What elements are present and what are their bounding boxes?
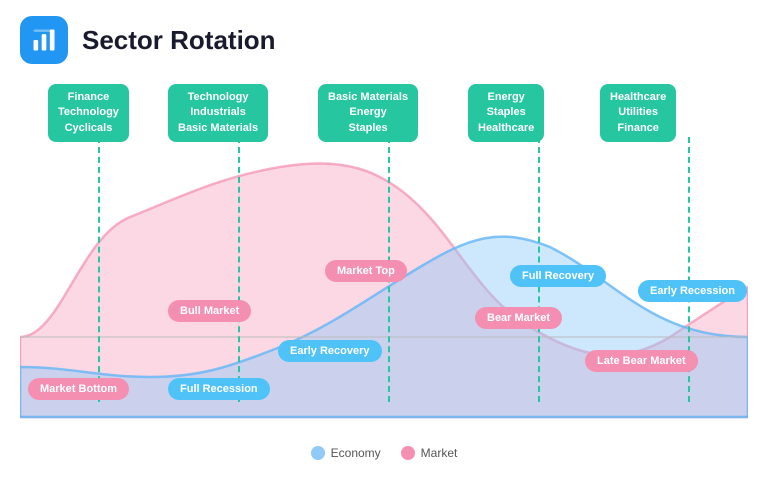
early-recession-label: Early Recession [638, 280, 747, 302]
dashed-line-2 [238, 137, 240, 402]
early-recovery-label: Early Recovery [278, 340, 382, 362]
sector-label-5: Healthcare Utilities Finance [600, 84, 676, 142]
market-bottom-label: Market Bottom [28, 378, 129, 400]
full-recovery-label: Full Recovery [510, 265, 606, 287]
late-bear-market-label: Late Bear Market [585, 350, 698, 372]
sector-label-3: Basic Materials Energy Staples [318, 84, 418, 142]
full-recession-label: Full Recession [168, 378, 270, 400]
header: Sector Rotation [20, 16, 748, 64]
dashed-line-1 [98, 137, 100, 402]
bull-market-label: Bull Market [168, 300, 251, 322]
sector-label-4: Energy Staples Healthcare [468, 84, 544, 142]
market-top-label: Market Top [325, 260, 407, 282]
main-container: Sector Rotation Finance Technology Cycli… [0, 0, 768, 503]
sector-label-1: Finance Technology Cyclicals [48, 84, 129, 142]
page-title: Sector Rotation [82, 25, 276, 56]
bar-chart-icon [30, 26, 58, 54]
sector-label-2: Technology Industrials Basic Materials [168, 84, 268, 142]
logo-icon [20, 16, 68, 64]
chart-area: Finance Technology Cyclicals Technology … [20, 82, 748, 442]
bear-market-label: Bear Market [475, 307, 562, 329]
